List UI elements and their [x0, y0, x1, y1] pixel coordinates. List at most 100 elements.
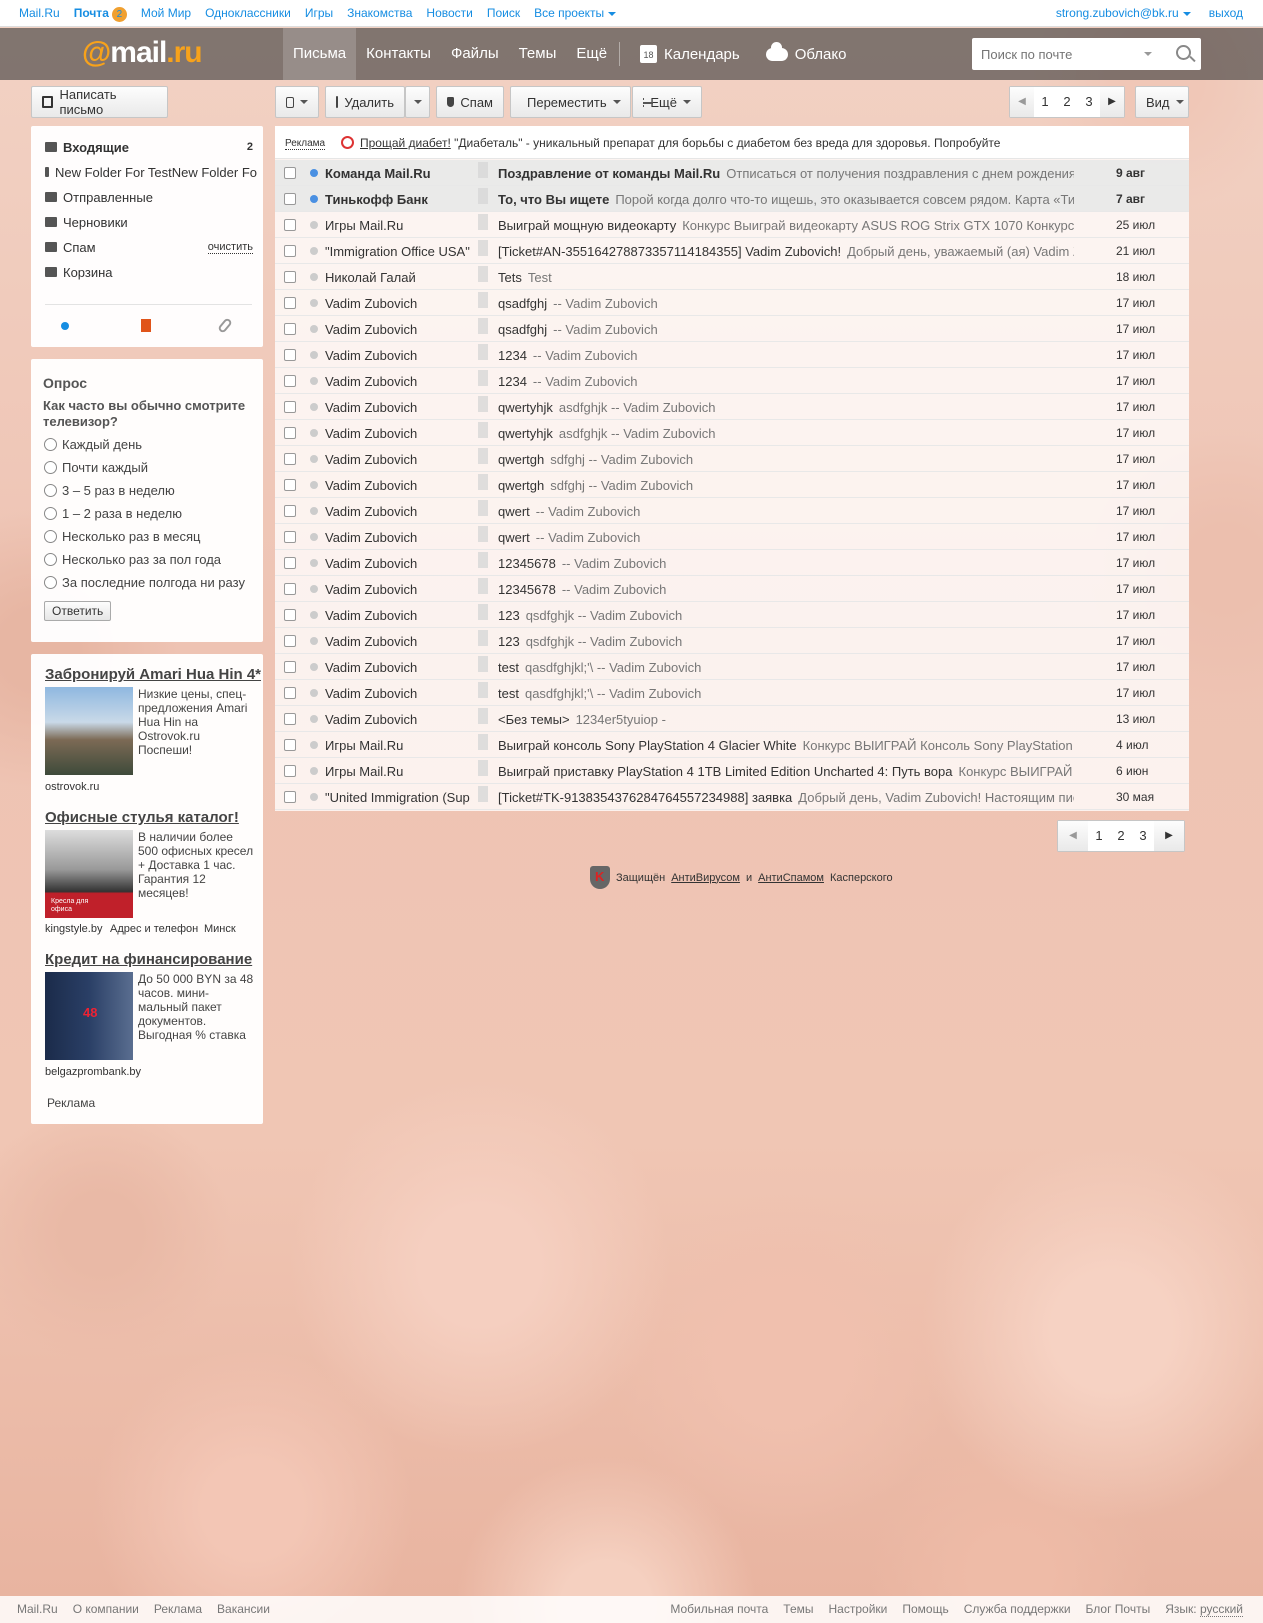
flag-icon[interactable] [478, 318, 488, 334]
message-row[interactable]: "Immigration Office USA" [Ticket#AN-35516… [275, 238, 1189, 264]
mailru-logo[interactable]: @mail.ru [82, 36, 203, 70]
view-button[interactable]: Вид [1135, 86, 1189, 118]
nav-files[interactable]: Файлы [441, 28, 509, 80]
message-checkbox[interactable] [284, 167, 296, 179]
flag-icon[interactable] [478, 188, 488, 204]
footer-link[interactable]: Mail.Ru [17, 1602, 58, 1616]
prev-page-icon[interactable]: ◀ [1010, 87, 1034, 117]
message-row[interactable]: Vadim Zubovich qwert -- Vadim Zubovich 17 и… [275, 524, 1189, 550]
clean-spam-link[interactable]: очистить [207, 241, 253, 254]
message-checkbox[interactable] [284, 531, 296, 543]
poll-option[interactable]: 1 – 2 раза в неделю [44, 506, 182, 521]
flag-icon[interactable] [478, 396, 488, 412]
folder-trash[interactable]: Корзина [45, 260, 257, 284]
message-checkbox[interactable] [284, 453, 296, 465]
read-status-icon[interactable] [310, 793, 318, 801]
message-row[interactable]: Vadim Zubovich qwertyhjk asdfghjk -- Vadim… [275, 394, 1189, 420]
folder-spam[interactable]: Спам очистить [45, 235, 257, 259]
attachment-filter-icon[interactable] [217, 317, 233, 334]
page-2[interactable]: 2 [1056, 87, 1078, 117]
message-checkbox[interactable] [284, 427, 296, 439]
chairs-ad-image[interactable]: Кресла для офиса [45, 830, 133, 918]
page-1[interactable]: 1 [1088, 821, 1110, 851]
page-1[interactable]: 1 [1034, 87, 1056, 117]
read-status-icon[interactable] [310, 377, 318, 385]
message-checkbox[interactable] [284, 765, 296, 777]
flagged-filter-icon[interactable] [141, 319, 151, 332]
footer-link[interactable]: Вакансии [217, 1602, 270, 1616]
portal-link-myworld[interactable]: Мой Мир [141, 6, 191, 22]
message-checkbox[interactable] [284, 271, 296, 283]
message-row[interactable]: Vadim Zubovich qwertyhjk asdfghjk -- Vadim… [275, 420, 1189, 446]
poll-option[interactable]: За последние полгода ни разу [44, 575, 245, 590]
message-checkbox[interactable] [284, 245, 296, 257]
portal-link-search[interactable]: Поиск [487, 6, 520, 22]
footer-link[interactable]: Настройки [829, 1602, 888, 1616]
flag-icon[interactable] [478, 370, 488, 386]
read-status-icon[interactable] [310, 767, 318, 775]
unread-filter-icon[interactable] [61, 322, 69, 330]
poll-answer-button[interactable]: Ответить [44, 601, 112, 621]
footer-link[interactable]: Темы [783, 1602, 813, 1616]
message-checkbox[interactable] [284, 739, 296, 751]
footer-link[interactable]: Блог Почты [1086, 1602, 1151, 1616]
poll-option[interactable]: Почти каждый [44, 460, 148, 475]
message-checkbox[interactable] [284, 661, 296, 673]
nav-calendar[interactable]: 18 Календарь [640, 45, 740, 63]
message-row[interactable]: Vadim Zubovich qsadfghj -- Vadim Zubovich 1… [275, 290, 1189, 316]
message-row[interactable]: "United Immigration (Supp [Ticket#TK-9138… [275, 784, 1189, 810]
message-row[interactable]: Vadim Zubovich 1234 -- Vadim Zubovich 17 ию… [275, 368, 1189, 394]
ad-source[interactable]: belgazprombank.by [45, 1066, 141, 1078]
next-page-icon[interactable]: ▶ [1154, 821, 1184, 851]
portal-link-ok[interactable]: Одноклассники [205, 6, 291, 22]
read-status-icon[interactable] [310, 533, 318, 541]
portal-link-dating[interactable]: Знакомства [347, 6, 412, 22]
message-row[interactable]: Vadim Zubovich qsadfghj -- Vadim Zubovich 1… [275, 316, 1189, 342]
portal-link-mail[interactable]: Почта 2 [74, 6, 127, 22]
flag-icon[interactable] [478, 422, 488, 438]
read-status-icon[interactable] [310, 325, 318, 333]
message-checkbox[interactable] [284, 505, 296, 517]
message-checkbox[interactable] [284, 557, 296, 569]
read-status-icon[interactable] [310, 221, 318, 229]
footer-link[interactable]: О компании [73, 1602, 139, 1616]
message-checkbox[interactable] [284, 375, 296, 387]
move-button[interactable]: Переместить [510, 86, 631, 118]
flag-icon[interactable] [478, 708, 488, 724]
read-status-icon[interactable] [310, 195, 318, 203]
read-status-icon[interactable] [310, 403, 318, 411]
portal-link-mailru[interactable]: Mail.Ru [19, 6, 60, 22]
flag-icon[interactable] [478, 214, 488, 230]
flag-icon[interactable] [478, 734, 488, 750]
more-button[interactable]: Ещё [632, 86, 702, 118]
message-checkbox[interactable] [284, 479, 296, 491]
delete-button[interactable]: Удалить [325, 86, 405, 118]
message-row[interactable]: Vadim Zubovich 1234 -- Vadim Zubovich 17 ию… [275, 342, 1189, 368]
flag-icon[interactable] [478, 786, 488, 802]
ad-title[interactable]: Кредит на финансирование [45, 951, 252, 968]
flag-icon[interactable] [478, 266, 488, 282]
poll-option[interactable]: Каждый день [44, 437, 142, 452]
flag-icon[interactable] [478, 656, 488, 672]
flag-icon[interactable] [478, 448, 488, 464]
page-3[interactable]: 3 [1078, 87, 1100, 117]
read-status-icon[interactable] [310, 351, 318, 359]
flag-icon[interactable] [478, 630, 488, 646]
folder-inbox[interactable]: Входящие 2 [45, 135, 257, 159]
ad-source[interactable]: ostrovok.ru [45, 781, 99, 793]
message-row[interactable]: Vadim Zubovich test qasdfghjkl;'\ -- Vadim… [275, 680, 1189, 706]
user-menu[interactable]: strong.zubovich@bk.ru [1056, 6, 1191, 20]
read-status-icon[interactable] [310, 429, 318, 437]
footer-link[interactable]: Мобильная почта [670, 1602, 768, 1616]
select-all-button[interactable] [275, 86, 319, 118]
ad-title[interactable]: Офисные стулья каталог! [45, 809, 239, 826]
message-row[interactable]: Тинькофф Банк То, что Вы ищете Порой когда… [275, 186, 1189, 212]
message-row[interactable]: Игры Mail.Ru Выиграй мощную видеокарту Кон… [275, 212, 1189, 238]
flag-icon[interactable] [478, 604, 488, 620]
folder-sent[interactable]: Отправленные [45, 185, 257, 209]
flag-icon[interactable] [478, 292, 488, 308]
footer-link[interactable]: Служба поддержки [964, 1602, 1071, 1616]
read-status-icon[interactable] [310, 169, 318, 177]
flag-icon[interactable] [478, 240, 488, 256]
nav-contacts[interactable]: Контакты [356, 28, 441, 80]
